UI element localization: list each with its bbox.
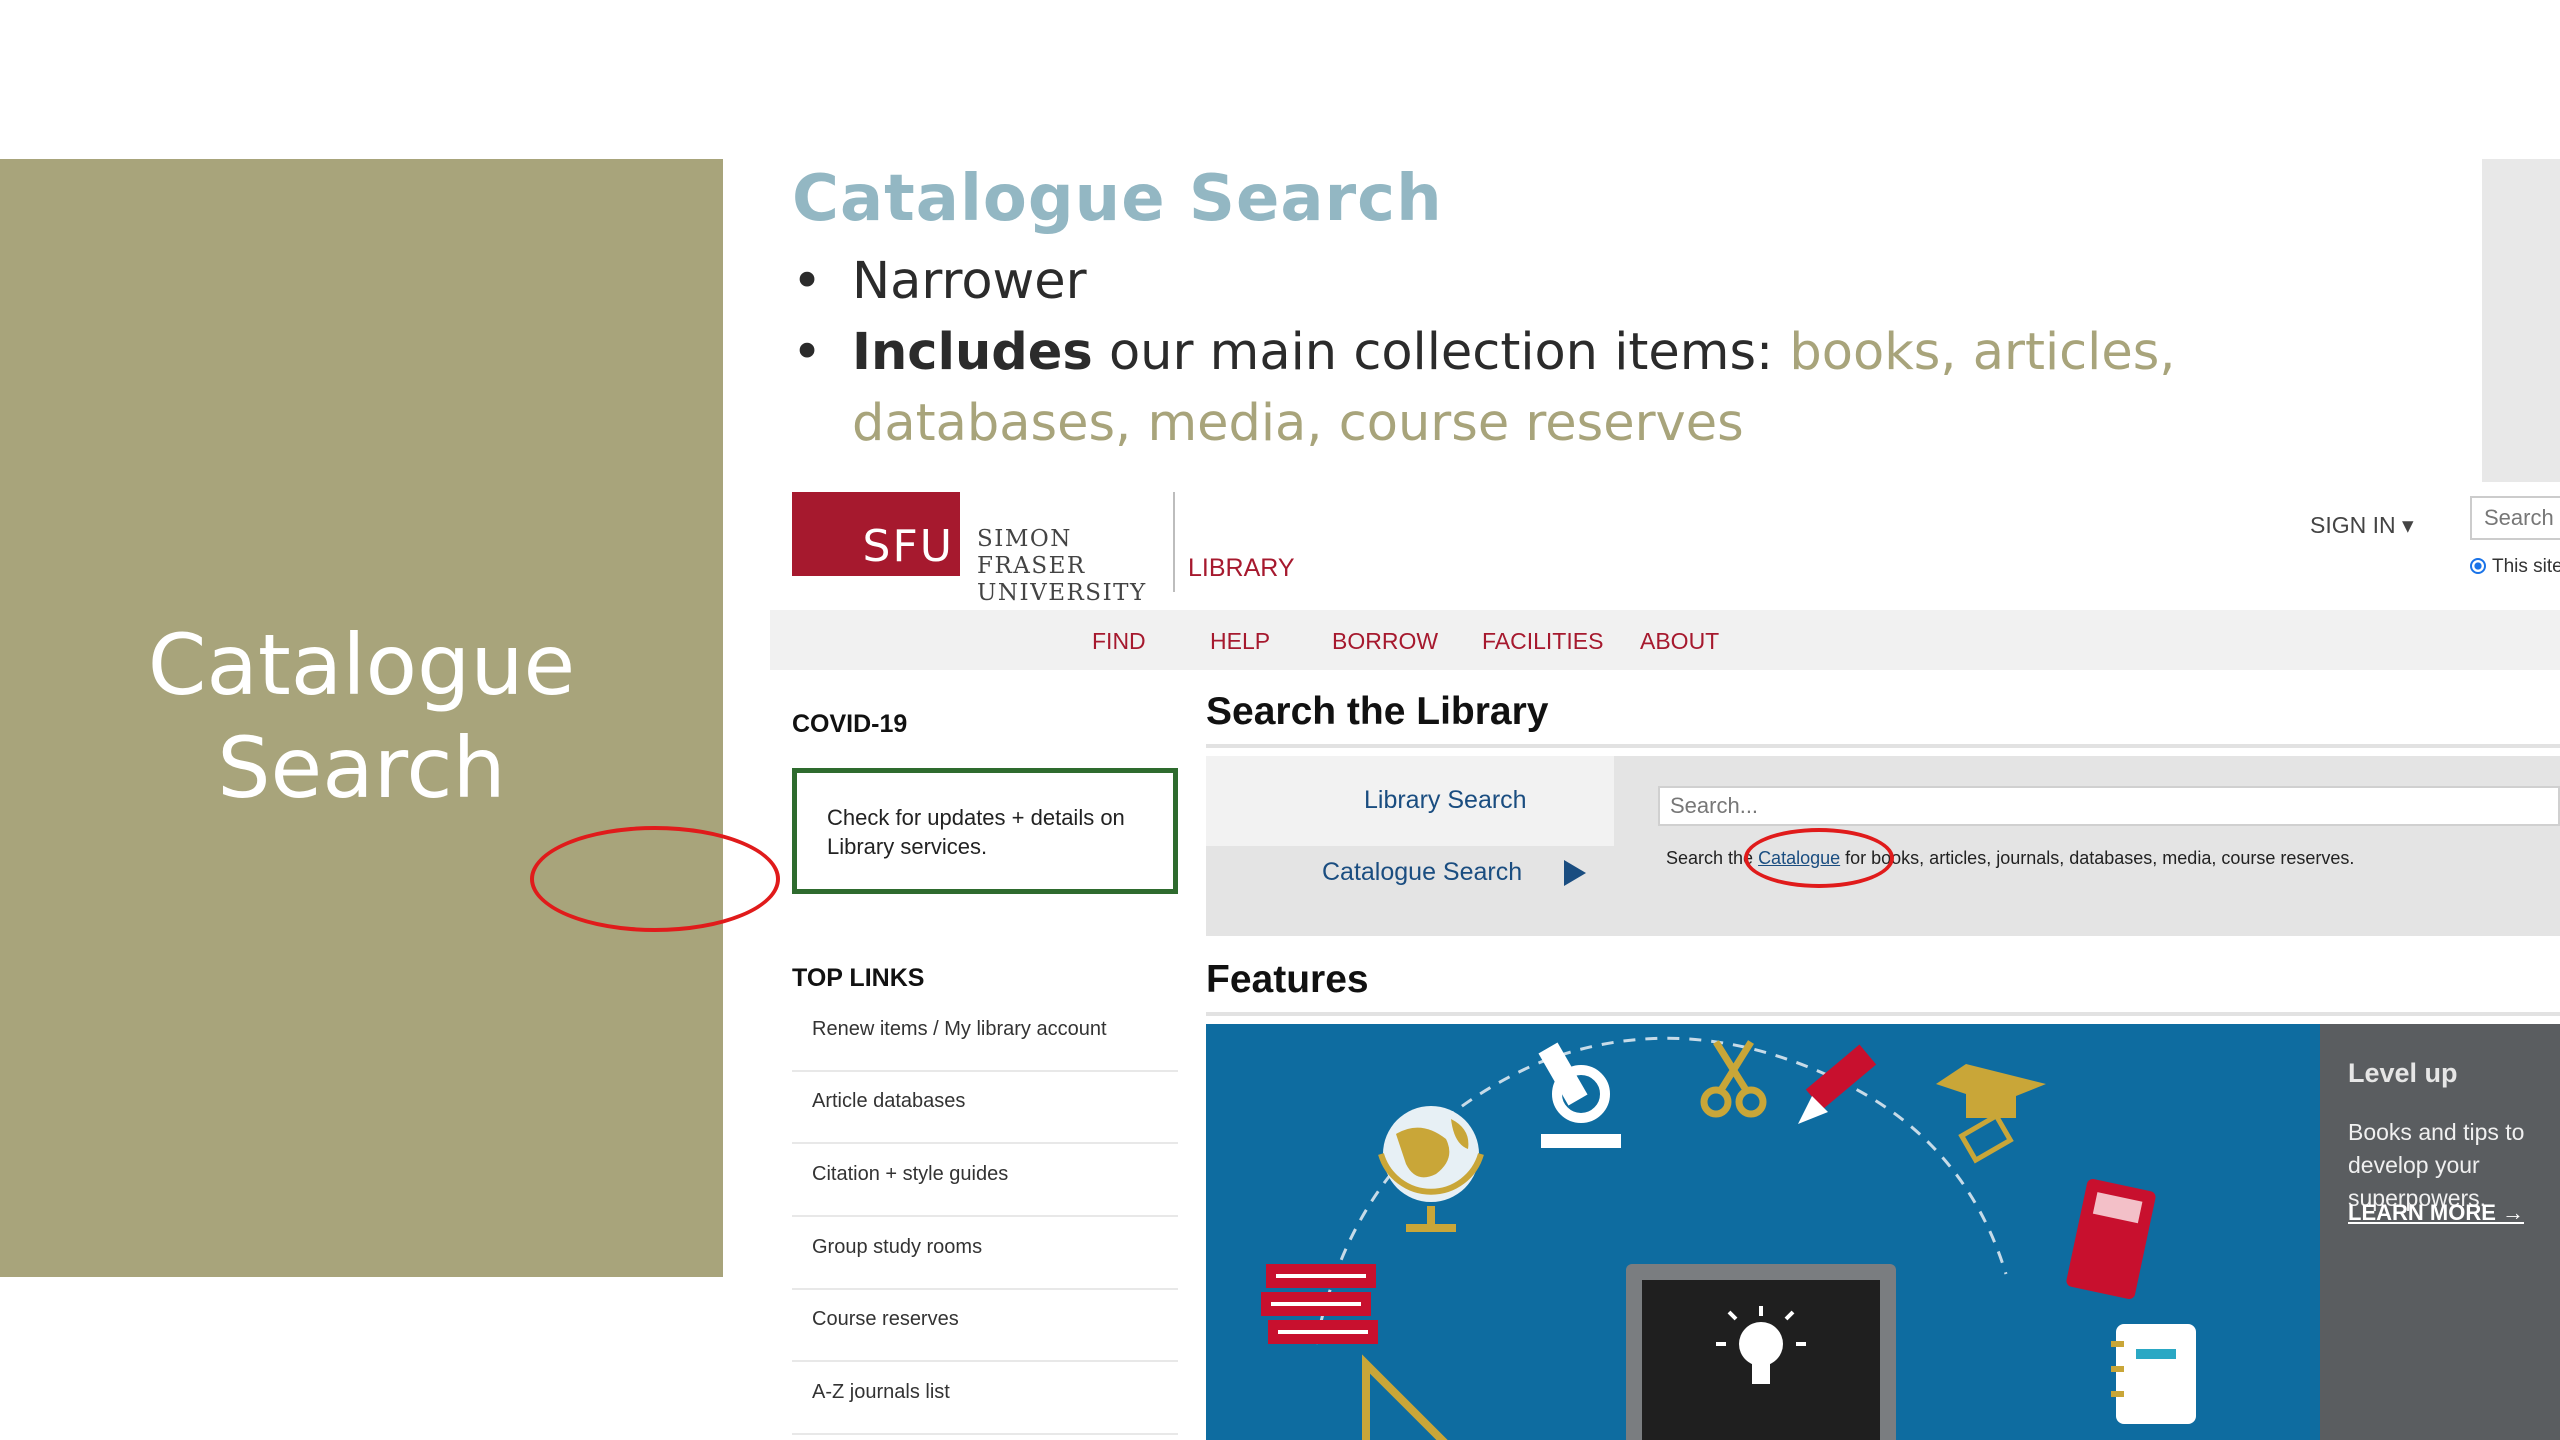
nav-find[interactable]: FIND xyxy=(1092,628,1146,655)
features-illustration xyxy=(1261,1036,2196,1440)
top-link-item[interactable]: Citation + style guides xyxy=(792,1143,1178,1217)
features-heading: Features xyxy=(1206,958,1369,1001)
globe-icon xyxy=(1378,1106,1484,1232)
nav-help[interactable]: HELP xyxy=(1210,628,1270,655)
bullet-includes: Includes our main collection items: book… xyxy=(792,317,2412,459)
slide-title-panel: Catalogue Search xyxy=(0,159,723,1277)
annotation-circle-catalogue-tab xyxy=(530,826,780,932)
nav-about[interactable]: ABOUT xyxy=(1640,628,1719,655)
top-link-item[interactable]: A-Z journals list xyxy=(792,1361,1178,1435)
university-name: SIMON FRASER UNIVERSITY xyxy=(977,526,1147,606)
ruler-icon xyxy=(1362,1354,1448,1440)
tab-library-search[interactable]: Library Search xyxy=(1206,756,1614,846)
top-link-item[interactable]: Article databases xyxy=(792,1070,1178,1144)
bullet-narrower: Narrower xyxy=(792,246,2412,317)
library-website-screenshot: SFU SIMON FRASER UNIVERSITY LIBRARY SIGN… xyxy=(770,482,2560,1440)
library-label[interactable]: LIBRARY xyxy=(1188,554,1295,583)
top-link-item[interactable]: Renew items / My library account xyxy=(792,998,1178,1072)
calculator-icon xyxy=(2066,1179,2156,1299)
tab-library-search-label: Library Search xyxy=(1364,786,1527,814)
search-scope-radio[interactable]: This site xyxy=(2470,556,2560,578)
slide-decoration-block xyxy=(2482,159,2560,482)
annotation-circle-catalogue-link xyxy=(1744,828,1894,888)
logo-divider xyxy=(1173,492,1175,592)
pencil-icon xyxy=(1798,1044,1877,1124)
bullet-includes-text: our main collection items: xyxy=(1092,323,1790,382)
top-links-heading: TOP LINKS xyxy=(792,964,925,992)
heading-divider xyxy=(1206,744,2560,748)
sfu-logo[interactable]: SFU xyxy=(792,492,960,576)
sign-in-menu[interactable]: SIGN IN ▾ xyxy=(2310,512,2414,539)
main-navigation: FIND HELP BORROW FACILITIES ABOUT xyxy=(770,610,2560,670)
level-up-panel: Level up Books and tips to develop your … xyxy=(2320,1024,2560,1440)
nav-borrow[interactable]: BORROW xyxy=(1332,628,1438,655)
play-arrow-icon xyxy=(1564,860,1586,886)
slide-heading: Catalogue Search xyxy=(792,162,1443,236)
slide-bullet-list: Narrower Includes our main collection it… xyxy=(792,246,2412,459)
graduation-cap-icon xyxy=(1936,1064,2046,1164)
radio-selected-icon[interactable] xyxy=(2470,558,2486,574)
level-up-title: Level up xyxy=(2348,1058,2458,1088)
books-icon xyxy=(1261,1264,1378,1344)
sfu-logo-text: SFU xyxy=(862,521,954,572)
nav-facilities[interactable]: FACILITIES xyxy=(1482,628,1603,655)
radio-label: This site xyxy=(2492,556,2560,577)
laptop-lightbulb-icon xyxy=(1626,1264,1896,1440)
search-library-heading: Search the Library xyxy=(1206,690,1549,733)
site-search-input[interactable]: Search xyxy=(2470,496,2560,540)
features-banner[interactable] xyxy=(1206,1024,2320,1440)
features-divider xyxy=(1206,1012,2560,1016)
covid-heading: COVID-19 xyxy=(792,710,908,738)
catalogue-search-input[interactable]: Search... xyxy=(1658,786,2560,826)
learn-more-link[interactable]: LEARN MORE → xyxy=(2348,1200,2524,1226)
scissors-icon xyxy=(1700,1040,1767,1118)
top-link-item[interactable]: Group study rooms xyxy=(792,1216,1178,1290)
covid-notice-text: Check for updates + details on Library s… xyxy=(827,805,1125,859)
top-link-item[interactable]: Course reserves xyxy=(792,1288,1178,1362)
notebook-icon xyxy=(2111,1324,2196,1424)
microscope-icon xyxy=(1538,1042,1621,1148)
slide-panel-title: Catalogue Search xyxy=(147,616,576,817)
tab-catalogue-search-label: Catalogue Search xyxy=(1322,858,1523,886)
covid-notice[interactable]: Check for updates + details on Library s… xyxy=(792,768,1178,894)
bullet-includes-bold: Includes xyxy=(852,323,1093,382)
